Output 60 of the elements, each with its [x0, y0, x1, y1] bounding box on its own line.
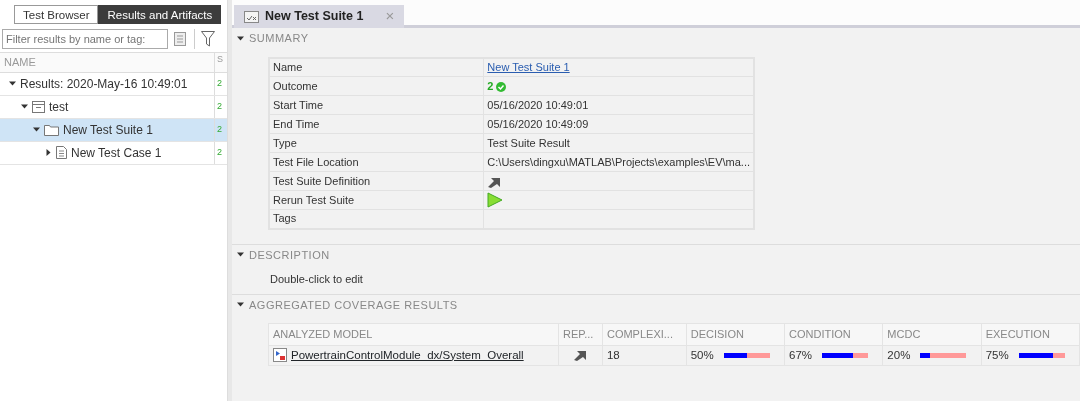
tree-label: Results: 2020-May-16 10:49:01	[20, 75, 188, 93]
column-header[interactable]: S	[217, 54, 223, 64]
cell-value: 2	[217, 145, 222, 159]
suite-link[interactable]: New Test Suite 1	[487, 60, 570, 73]
column-header[interactable]: COMPLEXI...	[602, 323, 687, 345]
table-cell: Name	[269, 57, 484, 77]
tab[interactable]: Test Browser	[14, 5, 99, 24]
expanded-caret-icon	[32, 126, 40, 133]
tree-label: New Test Case 1	[71, 144, 162, 162]
table-cell: Start Time	[269, 95, 484, 115]
table-cell: Outcome	[269, 76, 484, 96]
expanded-caret-icon	[8, 80, 16, 87]
table-cell: 18	[602, 345, 687, 366]
arrow-icon[interactable]	[573, 349, 588, 362]
list-icon	[174, 32, 186, 46]
column-header[interactable]: CONDITION	[784, 323, 883, 345]
section-title[interactable]: AGGREGATED COVERAGE RESULTS	[249, 296, 458, 313]
file-icon	[32, 100, 45, 113]
column-header[interactable]: NAME	[4, 56, 36, 68]
filter-icon	[201, 31, 215, 47]
arrow-icon[interactable]	[487, 175, 502, 188]
coverage-percent: 50%	[690, 348, 714, 361]
model-icon	[273, 348, 287, 363]
tree-label: New Test Suite 1	[63, 121, 153, 139]
table-cell: Type	[269, 133, 484, 153]
coverage-percent: 67%	[789, 348, 813, 361]
document-tab[interactable]: New Test Suite 1 ×	[234, 5, 405, 28]
expanded-caret-icon	[20, 103, 28, 110]
tree-row[interactable]: New Test Case 1 2	[0, 141, 227, 165]
passed-count: 2	[487, 79, 494, 92]
folder-icon	[44, 123, 59, 136]
section-title[interactable]: SUMMARY	[249, 30, 309, 47]
tree-row[interactable]: test 2	[0, 95, 227, 119]
column-header[interactable]: MCDC	[882, 323, 982, 345]
tab[interactable]: Results and Artifacts	[98, 5, 222, 24]
column-header[interactable]: ANALYZED MODEL	[268, 323, 559, 345]
coverage-percent: 20%	[887, 348, 911, 361]
section-title[interactable]: DESCRIPTION	[249, 246, 330, 263]
table-cell: Rerun Test Suite	[269, 190, 484, 210]
cell-value: 2	[217, 76, 222, 90]
document-icon	[56, 146, 67, 159]
column-header[interactable]: REP...	[558, 323, 603, 345]
collapsed-caret-icon	[44, 149, 52, 156]
table-cell: Test Suite Definition	[269, 171, 484, 191]
tab-label: New Test Suite 1	[265, 8, 364, 26]
cell-value: 2	[217, 99, 222, 113]
suite-icon	[244, 10, 259, 23]
coverage-percent: 75%	[985, 348, 1009, 361]
tree-row[interactable]: Results: 2020-May-16 10:49:01 2	[0, 72, 227, 96]
close-icon[interactable]: ×	[385, 5, 395, 28]
column-header[interactable]: DECISION	[686, 323, 785, 345]
tree-label: test	[49, 98, 69, 116]
cell-value: 2	[217, 122, 222, 136]
passed-icon	[496, 81, 507, 92]
filter-field[interactable]: Filter results by name or tag:	[2, 29, 168, 49]
description-text[interactable]: Double-click to edit	[270, 273, 363, 285]
table-cell: End Time	[269, 114, 484, 134]
tree-row[interactable]: New Test Suite 1 2	[0, 118, 227, 142]
column-header[interactable]: EXECUTION	[981, 323, 1080, 345]
table-cell: Test File Location	[269, 152, 484, 172]
